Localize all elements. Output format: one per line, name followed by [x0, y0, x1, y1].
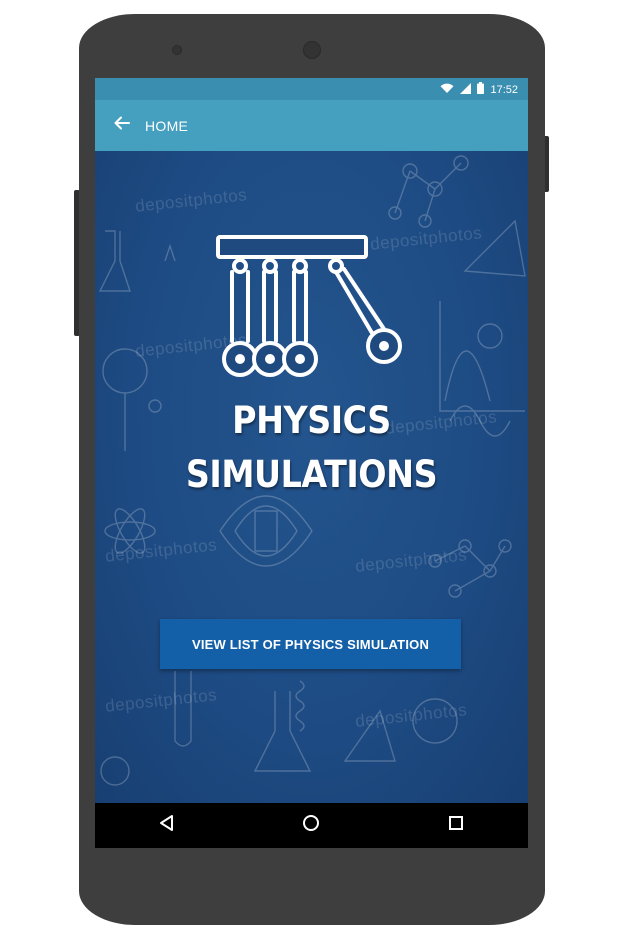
status-bar: 17:52 — [95, 78, 528, 100]
newtons-cradle-icon — [216, 235, 402, 377]
nav-home-button[interactable] — [291, 806, 331, 846]
view-simulations-button[interactable]: VIEW LIST OF PHYSICS SIMULATION — [160, 619, 461, 669]
hero-title-line-1: PHYSICS — [232, 399, 391, 442]
wifi-icon — [440, 83, 454, 97]
system-navigation-bar — [95, 803, 528, 848]
recents-square-icon — [448, 815, 464, 836]
signal-icon — [460, 82, 472, 97]
nav-back-button[interactable] — [147, 806, 187, 846]
status-time: 17:52 — [490, 83, 518, 96]
arrow-left-icon — [114, 116, 130, 135]
app-bar-title: HOME — [145, 117, 189, 134]
hero-section: depositphotos depositphotos depositphoto… — [95, 151, 528, 803]
battery-icon — [477, 82, 485, 97]
phone-sensor — [172, 45, 182, 55]
back-triangle-icon — [158, 814, 176, 837]
app-bar: HOME — [95, 100, 528, 151]
nav-recents-button[interactable] — [436, 806, 476, 846]
status-icons: 17:52 — [440, 82, 518, 97]
phone-screen: 17:52 HOME depositphotos depositphotos d… — [95, 78, 528, 848]
hero-title-line-2: SIMULATIONS — [185, 453, 438, 496]
back-button[interactable] — [111, 115, 133, 137]
phone-earpiece — [303, 41, 321, 59]
home-circle-icon — [302, 814, 320, 837]
page: 17:52 HOME depositphotos depositphotos d… — [0, 0, 626, 944]
